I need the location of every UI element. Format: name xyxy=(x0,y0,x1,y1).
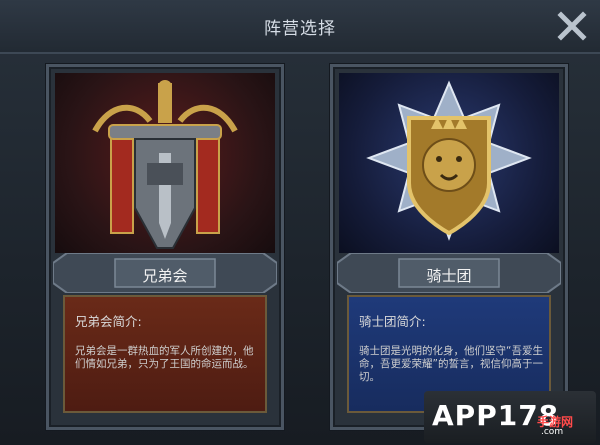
faction-name: 兄弟会 xyxy=(142,267,188,285)
lion-shield-emblem-icon xyxy=(366,80,532,241)
faction-description: 兄弟会是一群热血的军人所创建的，他们情如兄弟，只为了王国的命运而战。 xyxy=(75,345,254,370)
emblem-panel xyxy=(55,73,275,253)
faction-name: 骑士团 xyxy=(426,267,472,285)
faction-info-title: 骑士团简介: xyxy=(359,314,426,329)
watermark-domain: .com xyxy=(541,427,564,437)
faction-select-dialog: 阵营选择 兄弟会 兄弟会简介: 兄弟会是一群热血的军人所创建的，他们情如兄弟，只… xyxy=(0,0,600,445)
site-watermark: APP178 手游网 .com xyxy=(424,391,596,443)
faction-card-order[interactable]: 骑士团 骑士团简介: 骑士团是光明的化身，他们坚守“吾爱生命，吾更爱荣耀”的誓言… xyxy=(330,64,568,430)
faction-card-brotherhood[interactable]: 兄弟会 兄弟会简介: 兄弟会是一群热血的军人所创建的，他们情如兄弟，只为了王国的… xyxy=(46,64,284,430)
sword-emblem-icon xyxy=(92,80,238,249)
close-button[interactable] xyxy=(556,10,588,42)
faction-info-title: 兄弟会简介: xyxy=(75,314,142,329)
emblem-panel xyxy=(339,73,559,253)
dialog-header: 阵营选择 xyxy=(0,0,600,54)
close-icon xyxy=(557,11,587,41)
faction-info-panel: 兄弟会简介: 兄弟会是一群热血的军人所创建的，他们情如兄弟，只为了王国的命运而战… xyxy=(63,295,267,413)
dialog-title: 阵营选择 xyxy=(264,19,336,39)
faction-description: 骑士团是光明的化身，他们坚守“吾爱生命，吾更爱荣耀”的誓言，视信仰高于一切。 xyxy=(359,345,543,383)
